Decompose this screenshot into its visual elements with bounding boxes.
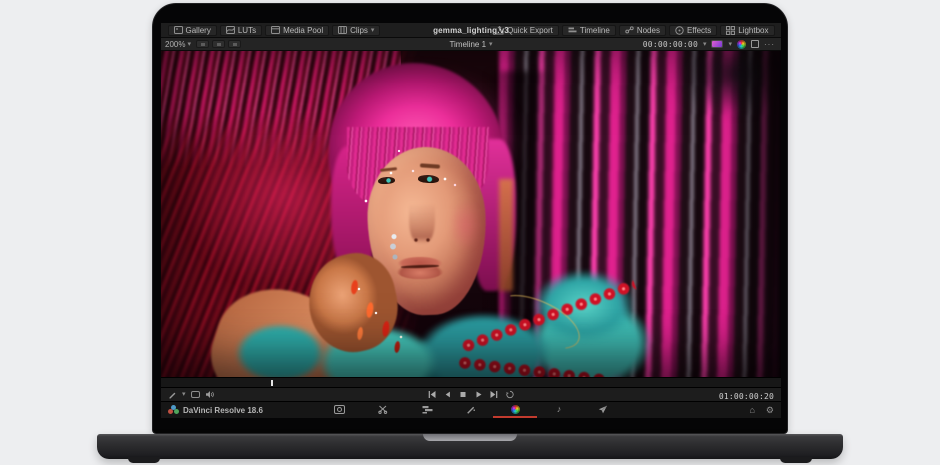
effects-label: Effects [687, 26, 711, 35]
page-media[interactable] [317, 402, 361, 418]
source-timecode: 00:00:00:00 [643, 40, 698, 49]
toggle-glyph [217, 43, 221, 46]
viewer-options-bar: 200% ▾ Timeline 1 ▾ 00:00:00:00 ▾ ▾ [161, 38, 781, 51]
timeline-button[interactable]: Timeline [562, 25, 616, 36]
skip-end-icon[interactable] [490, 390, 499, 399]
annotate-pen-icon[interactable] [168, 390, 177, 399]
luts-button[interactable]: LUTs [220, 25, 262, 36]
gallery-label: Gallery [186, 26, 211, 35]
media-pool-button[interactable]: Media Pool [265, 25, 329, 36]
chevron-down-icon[interactable]: ▾ [182, 391, 186, 398]
timeline-selector[interactable]: Timeline 1 ▾ [449, 40, 492, 49]
app-version-label: DaVinci Resolve 18.6 [183, 406, 263, 415]
project-manager-icon[interactable]: ⌂ [749, 405, 754, 415]
lightbox-button[interactable]: Lightbox [720, 25, 774, 36]
luts-label: LUTs [238, 26, 256, 35]
chevron-down-icon: ▾ [371, 27, 375, 34]
rubber-foot-right [780, 457, 812, 463]
media-page-icon [334, 405, 345, 414]
lightbox-icon [726, 26, 735, 35]
page-bar-right: ⌂ ⚙ [749, 405, 781, 416]
page-deliver[interactable] [581, 402, 625, 418]
viewer-split-toggle[interactable] [212, 40, 225, 48]
clips-label: Clips [350, 26, 368, 35]
page-fairlight[interactable]: ♪ [537, 402, 581, 418]
chevron-down-icon: ▾ [489, 41, 493, 48]
viewer[interactable] [161, 51, 781, 377]
logo-dot [174, 409, 179, 414]
display-preview-icon[interactable] [711, 40, 723, 48]
toggle-glyph [201, 43, 205, 46]
record-timecode: 01:00:00:20 [719, 392, 774, 401]
viewer-options-right: 00:00:00:00 ▾ ▾ ··· [643, 40, 781, 49]
viewer-wipe-toggle[interactable] [196, 40, 209, 48]
macbook-base [97, 434, 843, 459]
stop-icon[interactable] [459, 390, 468, 399]
transport-controls [428, 390, 515, 399]
color-wheel-icon[interactable] [737, 40, 746, 49]
effects-icon [675, 26, 684, 35]
toolbar-right-group: Quick Export Timeline Nodes Effects [488, 23, 781, 37]
project-settings-icon[interactable]: ⚙ [766, 405, 774, 416]
speaker-icon[interactable] [205, 390, 215, 399]
color-page-icon [511, 405, 520, 414]
project-title: gemma_lighting.v3 [433, 26, 509, 35]
macbook-screen: Gallery LUTs Media Pool Clips ▾ [152, 3, 788, 434]
davinci-resolve-logo-icon [168, 405, 179, 415]
timeline-icon [568, 26, 577, 34]
more-options-icon[interactable]: ··· [764, 40, 775, 49]
page-bar: DaVinci Resolve 18.6 [161, 401, 781, 418]
fairlight-page-icon: ♪ [557, 404, 562, 414]
photo-vignette [161, 51, 781, 377]
edit-page-icon [422, 405, 433, 414]
luts-icon [226, 26, 235, 34]
transport-bar: ▾ 01:00:00:20 [161, 387, 781, 401]
page: Gallery LUTs Media Pool Clips ▾ [0, 0, 940, 465]
brand: DaVinci Resolve 18.6 [161, 405, 263, 415]
page-fusion[interactable] [449, 402, 493, 418]
playhead-marker[interactable] [271, 380, 273, 386]
timeline-scrubber[interactable] [161, 377, 781, 387]
clips-icon [338, 26, 347, 34]
lid-notch [423, 434, 517, 441]
transport-left-tools: ▾ [161, 390, 215, 399]
toggle-glyph [233, 43, 237, 46]
loop-icon[interactable] [506, 390, 515, 399]
nodes-icon [625, 26, 634, 34]
expand-icon[interactable] [751, 40, 759, 48]
toolbar-left-group: Gallery LUTs Media Pool Clips ▾ [161, 23, 382, 37]
nodes-label: Nodes [637, 26, 660, 35]
page-cut[interactable] [361, 402, 405, 418]
viewer-highlight-toggle[interactable] [228, 40, 241, 48]
chevron-down-icon[interactable]: ▾ [703, 41, 707, 48]
media-pool-icon [271, 26, 280, 34]
chevron-down-icon[interactable]: ▾ [728, 41, 732, 48]
media-pool-label: Media Pool [283, 26, 323, 35]
gallery-icon [174, 26, 183, 34]
viewer-zoom-value: 200% [165, 40, 185, 49]
viewer-zoom-select[interactable]: 200% ▾ [161, 40, 195, 49]
timeline-selector-label: Timeline 1 [449, 40, 486, 49]
page-tabs: ♪ [317, 402, 625, 418]
cut-page-icon [378, 405, 388, 414]
top-toolbar: Gallery LUTs Media Pool Clips ▾ [161, 23, 781, 38]
gallery-button[interactable]: Gallery [168, 25, 217, 36]
rubber-foot-left [128, 457, 160, 463]
effects-button[interactable]: Effects [669, 25, 717, 36]
chevron-down-icon: ▾ [187, 41, 191, 48]
clean-feed-icon[interactable] [191, 391, 200, 398]
clips-button[interactable]: Clips ▾ [332, 25, 380, 36]
deliver-page-icon [598, 405, 608, 414]
nodes-button[interactable]: Nodes [619, 25, 666, 36]
timeline-label: Timeline [580, 26, 610, 35]
skip-start-icon[interactable] [428, 390, 437, 399]
quick-export-label: Quick Export [507, 26, 553, 35]
lightbox-label: Lightbox [738, 26, 768, 35]
fusion-page-icon [466, 405, 476, 414]
page-color[interactable] [493, 402, 537, 418]
step-back-icon[interactable] [444, 390, 452, 399]
davinci-resolve-window: Gallery LUTs Media Pool Clips ▾ [161, 23, 781, 418]
page-edit[interactable] [405, 402, 449, 418]
play-icon[interactable] [475, 390, 483, 399]
